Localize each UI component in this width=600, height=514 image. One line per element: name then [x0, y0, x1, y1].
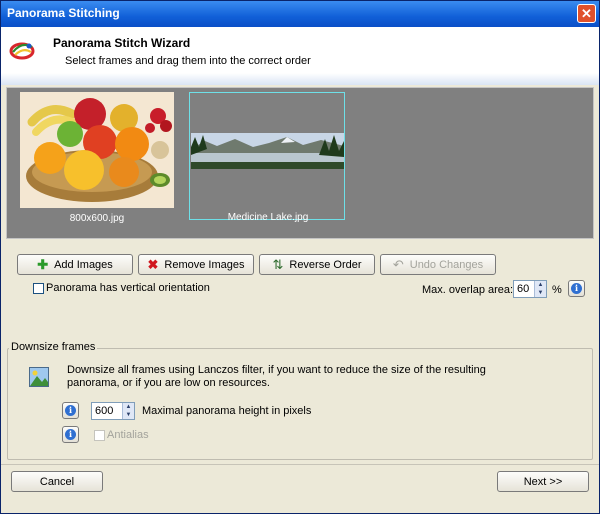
- height-stepper[interactable]: 600 ▲ ▼: [91, 402, 135, 420]
- close-icon: ✕: [581, 6, 592, 21]
- reverse-order-button[interactable]: ⇅ Reverse Order: [259, 254, 375, 275]
- next-button[interactable]: Next >>: [497, 471, 589, 492]
- info-icon: i: [65, 429, 76, 440]
- vertical-orientation-label: Panorama has vertical orientation: [46, 282, 210, 294]
- overlap-info-button[interactable]: i: [568, 280, 585, 297]
- height-value: 600: [95, 405, 114, 417]
- logo-icon: [9, 42, 35, 60]
- antialias-checkbox[interactable]: [94, 430, 105, 441]
- frame-thumbnail[interactable]: 800x600.jpg: [19, 92, 175, 224]
- overlap-stepper[interactable]: 60 ▲ ▼: [513, 280, 547, 298]
- info-icon: i: [571, 283, 582, 294]
- footer-divider: [1, 464, 599, 465]
- frames-panel[interactable]: 800x600.jpg Medicine Lake.jpg: [6, 87, 594, 239]
- downsize-frames-legend: Downsize frames: [9, 341, 98, 353]
- cancel-label: Cancel: [39, 475, 75, 488]
- info-icon: i: [65, 405, 76, 416]
- vertical-orientation-checkbox[interactable]: [33, 283, 44, 294]
- add-images-label: Add Images: [54, 258, 113, 271]
- height-label: Maximal panorama height in pixels: [142, 405, 312, 417]
- fruit-image: [20, 92, 174, 208]
- remove-x-icon: ✖: [147, 257, 159, 272]
- add-images-button[interactable]: ✚ Add Images: [17, 254, 133, 275]
- overlap-unit: %: [552, 284, 562, 296]
- frame-caption: 800x600.jpg: [69, 213, 125, 224]
- wizard-subtitle: Select frames and drag them into the cor…: [65, 55, 311, 67]
- frame-caption: Medicine Lake.jpg: [227, 212, 309, 223]
- title-bar: Panorama Stitching ✕: [1, 1, 599, 27]
- cancel-button[interactable]: Cancel: [11, 471, 103, 492]
- lake-image: [191, 133, 344, 169]
- image-icon: [29, 367, 49, 387]
- downsize-description-line1: Downsize all frames using Lanczos filter…: [67, 364, 486, 376]
- antialias-label: Antialias: [107, 429, 149, 441]
- next-label: Next >>: [523, 475, 563, 488]
- plus-icon: ✚: [37, 257, 49, 272]
- downsize-description-line2: panorama, or if you are low on resources…: [67, 377, 270, 389]
- undo-icon: ↶: [392, 257, 404, 272]
- antialias-info-button[interactable]: i: [62, 426, 79, 443]
- stepper-arrows[interactable]: ▲ ▼: [122, 403, 134, 419]
- reverse-order-label: Reverse Order: [289, 258, 362, 271]
- reverse-order-icon: ⇅: [272, 257, 284, 272]
- window-title: Panorama Stitching: [7, 6, 120, 20]
- remove-images-label: Remove Images: [164, 258, 245, 271]
- panorama-stitching-window: Panorama Stitching ✕ Panorama Stitch Wiz…: [0, 0, 600, 514]
- height-info-button[interactable]: i: [62, 402, 79, 419]
- frame-thumbnail-selected[interactable]: Medicine Lake.jpg: [189, 92, 345, 223]
- undo-changes-label: Undo Changes: [409, 258, 484, 271]
- overlap-value: 60: [517, 283, 530, 295]
- undo-changes-button[interactable]: ↶ Undo Changes: [380, 254, 496, 275]
- overlap-label: Max. overlap area:: [422, 284, 514, 296]
- close-button[interactable]: ✕: [577, 4, 596, 23]
- wizard-title: Panorama Stitch Wizard: [53, 36, 191, 50]
- remove-images-button[interactable]: ✖ Remove Images: [138, 254, 254, 275]
- header-divider: [1, 73, 599, 85]
- stepper-arrows[interactable]: ▲ ▼: [534, 281, 546, 297]
